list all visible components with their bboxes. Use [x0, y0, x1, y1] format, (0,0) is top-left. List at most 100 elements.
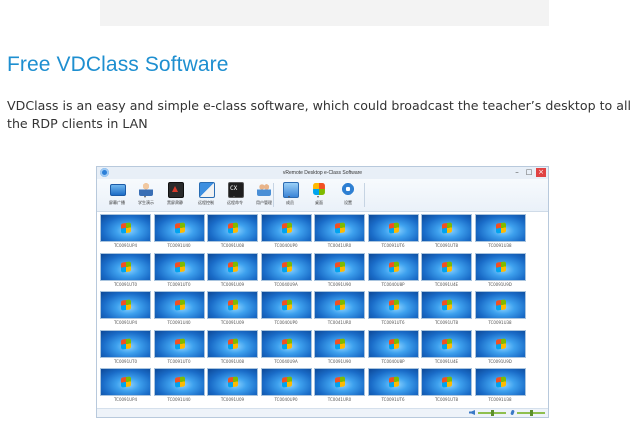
- client-thumbnail[interactable]: TC0091U40: [153, 368, 205, 405]
- windows-logo-icon: [495, 376, 506, 388]
- mic-slider[interactable]: [517, 410, 545, 416]
- client-thumbnail[interactable]: TC0041UR0: [314, 291, 365, 328]
- toolbar-button-student[interactable]: ▾ 学生演示: [134, 181, 158, 209]
- client-name: TC0040U8P: [381, 358, 405, 364]
- toolbar-button-remote-control[interactable]: 远程控制: [194, 181, 218, 209]
- toolbar-button-label: 成员: [286, 200, 294, 205]
- windows-logo-icon: [281, 222, 292, 234]
- client-thumbnail[interactable]: TC0091U38: [474, 368, 526, 405]
- client-name: TC0091UT0: [113, 358, 138, 364]
- client-thumbnail[interactable]: TC0040U8P: [367, 252, 419, 290]
- client-screen-preview: [153, 214, 205, 242]
- remote-control-icon: [199, 182, 215, 198]
- windows-logo-icon: [174, 337, 185, 350]
- client-thumbnail[interactable]: TC0091UT0: [153, 252, 205, 290]
- client-thumbnail[interactable]: TC0091UT6: [367, 214, 419, 251]
- toolbar-separator: [273, 183, 274, 207]
- client-thumbnail[interactable]: TC0040UP0: [260, 291, 312, 328]
- client-thumbnail[interactable]: TC0091U4E: [421, 329, 472, 367]
- client-screen-preview: [260, 368, 312, 396]
- client-thumbnail[interactable]: TC0091U90: [314, 329, 365, 367]
- client-name: TC0091UT8: [434, 243, 459, 248]
- windows-logo-icon: [121, 222, 131, 234]
- client-thumbnail[interactable]: TC0091U40: [153, 291, 205, 328]
- maximize-button[interactable]: □: [524, 168, 534, 177]
- client-thumbnail[interactable]: TC0091U09: [207, 291, 258, 328]
- toolbar-button-label: 桌面: [315, 200, 323, 205]
- toolbar-button-blackscreen[interactable]: 黑屏肃静: [163, 181, 187, 209]
- client-thumbnail[interactable]: TC0091U38: [474, 291, 526, 328]
- client-thumbnail[interactable]: TC0091UT0: [100, 252, 151, 290]
- client-name: TC0091U9D: [488, 358, 512, 364]
- client-thumbnail[interactable]: TC0091UT0: [100, 329, 151, 367]
- client-thumbnail[interactable]: TC0091UP4: [100, 368, 151, 405]
- client-thumbnail[interactable]: TC0040U8P: [367, 329, 419, 367]
- chevron-down-icon[interactable]: ▾: [288, 195, 290, 199]
- client-thumbnail[interactable]: TC0091UT6: [367, 368, 419, 405]
- windows-logo-icon: [335, 222, 345, 234]
- client-name: TC0091UP4: [113, 243, 138, 248]
- client-name: TC0091U09: [220, 397, 245, 402]
- mic-slider-knob[interactable]: [529, 410, 533, 416]
- client-thumbnail[interactable]: TC0091UT8: [421, 368, 472, 405]
- windows-logo-icon: [335, 337, 345, 350]
- article-heading: Free VDClass Software: [7, 53, 229, 76]
- windows-logo-icon: [121, 260, 131, 273]
- client-thumbnail[interactable]: TC0091U09: [207, 368, 258, 405]
- window-controls: – □ ×: [512, 168, 546, 177]
- client-name: TC0040U9A: [274, 358, 298, 364]
- client-thumbnail[interactable]: TC0091UP4: [100, 214, 151, 251]
- client-thumbnail[interactable]: TC0091U90: [314, 252, 365, 290]
- client-thumbnail[interactable]: TC0040UP0: [260, 368, 312, 405]
- client-thumbnail[interactable]: TC0091UT8: [421, 214, 472, 251]
- client-thumbnail[interactable]: TC0091UT0: [153, 329, 205, 367]
- client-thumbnail[interactable]: TC0091U40: [153, 214, 205, 251]
- volume-icon[interactable]: [469, 410, 475, 415]
- client-thumbnail[interactable]: TC0091U9D: [474, 252, 526, 290]
- client-thumbnail[interactable]: TC0091U9D: [474, 329, 526, 367]
- client-thumbnail[interactable]: TC0041UR0: [314, 368, 365, 405]
- toolbar-button-gear[interactable]: 设置: [336, 181, 360, 209]
- client-name: TC0091U90: [327, 281, 352, 287]
- client-screen-preview: [421, 329, 472, 358]
- toolbar-separator: [364, 183, 365, 207]
- client-thumbnail[interactable]: TC0041UR0: [314, 214, 365, 251]
- client-thumbnail[interactable]: TC0091UT6: [367, 291, 419, 328]
- chevron-down-icon[interactable]: ▾: [317, 195, 319, 199]
- windows-logo-icon: [335, 299, 345, 311]
- toolbar-button-command[interactable]: ▾远程命令: [223, 181, 247, 209]
- client-thumbnail[interactable]: TC0091U08: [207, 214, 258, 251]
- volume-slider-knob[interactable]: [490, 410, 494, 416]
- windows-logo-icon: [281, 299, 292, 311]
- minimize-button[interactable]: –: [512, 168, 522, 177]
- main-toolbar: 屏幕广播▾学生演示黑屏肃静远程控制▾远程命令用户管理▾成员▾桌面设置: [97, 179, 548, 212]
- windows-logo-icon: [174, 376, 185, 388]
- client-name: TC0091U38: [488, 320, 512, 325]
- client-thumbnail[interactable]: TC0091U38: [474, 214, 526, 251]
- client-screen-preview: [207, 329, 258, 358]
- client-name: TC0040UP0: [274, 320, 298, 325]
- toolbar-button-group[interactable]: ▾ 成员: [278, 181, 302, 209]
- client-thumbnail[interactable]: TC0040U9A: [260, 252, 312, 290]
- chevron-down-icon[interactable]: ▾: [233, 195, 235, 199]
- windows-logo-icon: [495, 222, 506, 234]
- client-thumbnail[interactable]: TC0091UP4: [100, 291, 151, 328]
- toolbar-button-monitor[interactable]: 屏幕广播: [105, 181, 129, 209]
- client-thumbnail[interactable]: TC0040UP0: [260, 214, 312, 251]
- client-name: TC0091UP4: [113, 397, 138, 402]
- volume-slider[interactable]: [478, 410, 506, 416]
- chevron-down-icon[interactable]: ▾: [144, 195, 146, 199]
- toolbar-button-desktop[interactable]: ▾ 桌面: [307, 181, 331, 209]
- client-thumbnail[interactable]: TC0091U08: [207, 329, 258, 367]
- client-name: TC0091U09: [220, 320, 245, 325]
- client-name: TC0091U38: [488, 243, 512, 248]
- article-description: VDClass is an easy and simple e-class so…: [7, 98, 631, 131]
- client-thumbnail[interactable]: TC0040U9A: [260, 329, 312, 367]
- windows-logo-icon: [388, 222, 399, 234]
- close-button[interactable]: ×: [536, 168, 546, 177]
- microphone-icon[interactable]: [510, 409, 515, 416]
- client-thumbnail[interactable]: TC0091U09: [207, 252, 258, 290]
- status-bar: [97, 408, 548, 417]
- client-thumbnail[interactable]: TC0091UT8: [421, 291, 472, 328]
- client-thumbnail[interactable]: TC0091U4E: [421, 252, 472, 290]
